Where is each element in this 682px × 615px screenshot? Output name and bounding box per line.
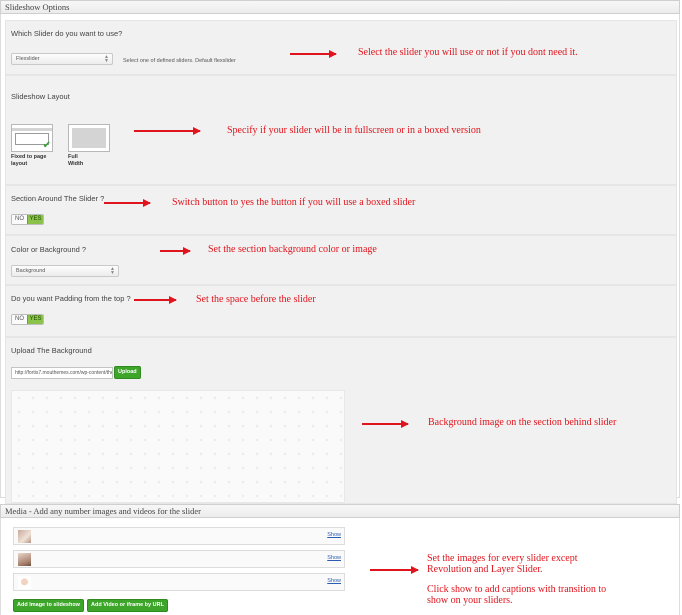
annotation-section-around: Switch button to yes the button if you w…: [172, 197, 416, 208]
annotation-color-bg: Set the section background color or imag…: [208, 244, 377, 255]
annotation-arrows: [104, 50, 419, 574]
annotation-background: Background image on the section behind s…: [428, 417, 617, 428]
annotation-padding: Set the space before the slider: [196, 294, 316, 305]
annotation-media-4: show on your sliders.: [427, 595, 513, 606]
annotation-layout: Specify if your slider will be in fullsc…: [227, 125, 481, 136]
annotation-slider: Select the slider you will use or not if…: [358, 47, 578, 58]
annotation-media-2: Revolution and Layer Slider.: [427, 564, 543, 575]
